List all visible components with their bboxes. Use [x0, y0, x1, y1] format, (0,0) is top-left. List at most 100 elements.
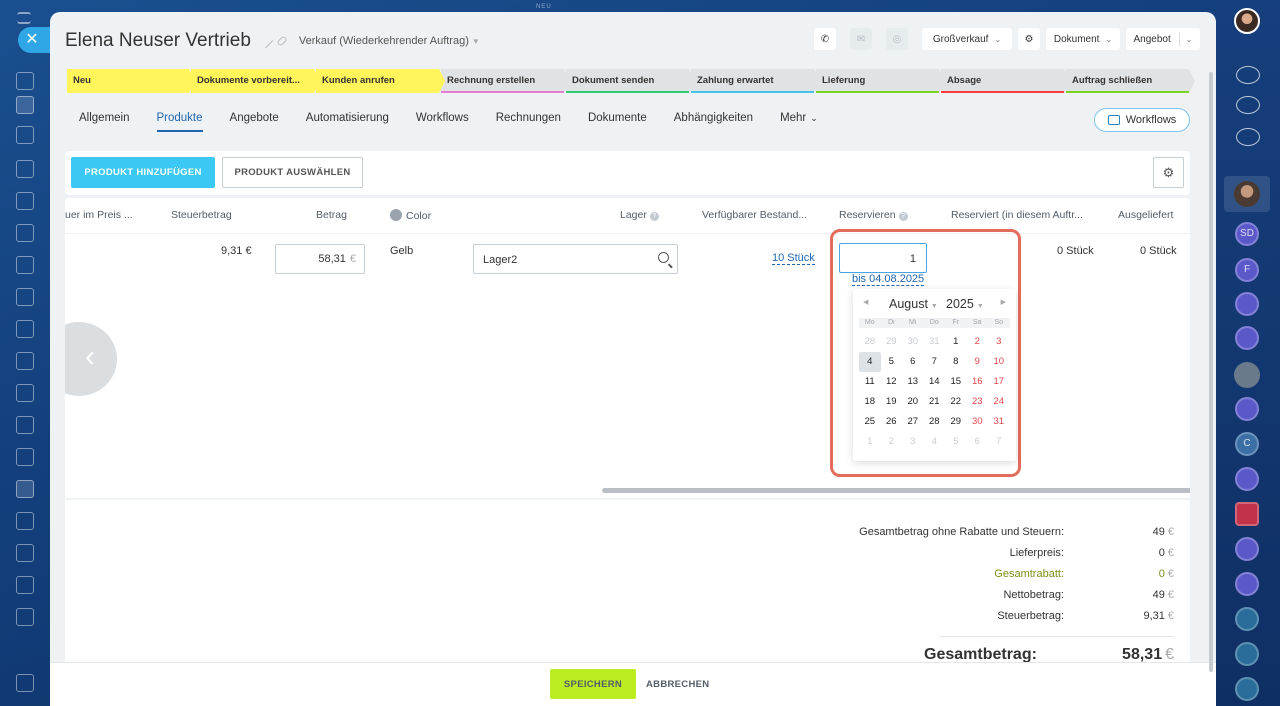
deal-title[interactable]: Elena Neuser Vertrieb — [65, 30, 251, 52]
cancel-button[interactable]: ABBRECHEN — [646, 679, 709, 690]
analytics-icon[interactable] — [16, 352, 34, 370]
chat-icon[interactable] — [1235, 397, 1259, 421]
contacts-icon[interactable] — [16, 160, 34, 178]
calendar-day[interactable]: 2 — [881, 432, 903, 452]
calendar-day[interactable]: 29 — [881, 332, 903, 352]
chat-icon[interactable] — [1235, 292, 1259, 316]
amount-input[interactable]: 58,31 € — [275, 244, 365, 274]
help-icon[interactable]: ? — [898, 212, 908, 221]
call-button[interactable]: ✆ — [814, 28, 836, 50]
offer-button[interactable]: Angebot ⌄ — [1126, 28, 1200, 50]
horizontal-scrollbar[interactable] — [602, 488, 1190, 493]
col-color[interactable]: Color — [390, 209, 431, 222]
calendar-day[interactable]: 30 — [902, 332, 924, 352]
menu-item-icon[interactable] — [16, 72, 34, 90]
task-icon[interactable] — [1235, 502, 1259, 526]
calendar-day[interactable]: 7 — [924, 352, 946, 372]
year-select[interactable]: 2025 ▼ — [946, 297, 984, 311]
calendar-day[interactable]: 6 — [902, 352, 924, 372]
calendar-day[interactable]: 28 — [924, 412, 946, 432]
reserve-quantity-input[interactable]: 1 — [839, 243, 927, 273]
next-month-button[interactable]: ▶ — [1001, 298, 1006, 306]
calendar-day[interactable]: 8 — [945, 352, 967, 372]
calendar-day[interactable]: 13 — [902, 372, 924, 392]
tasks-icon[interactable] — [16, 288, 34, 306]
add-product-button[interactable]: PRODUKT HINZUFÜGEN — [71, 157, 215, 188]
tab-rechnungen[interactable]: Rechnungen — [496, 112, 561, 132]
shop-icon[interactable] — [16, 384, 34, 402]
calendar-day[interactable]: 18 — [859, 392, 881, 412]
activity-icon[interactable] — [1236, 96, 1260, 114]
calendar-day[interactable]: 24 — [988, 392, 1010, 412]
tab-workflows[interactable]: Workflows — [416, 112, 469, 132]
reserve-until-date-link[interactable]: bis 04.08.2025 — [852, 273, 925, 286]
calendar-day[interactable]: 6 — [967, 432, 989, 452]
settings-button[interactable]: ⚙ — [1018, 28, 1040, 50]
lock-icon[interactable] — [1235, 607, 1259, 631]
calendar-day[interactable]: 29 — [945, 412, 967, 432]
chat-icon[interactable] — [1235, 572, 1259, 596]
lock-icon[interactable] — [1235, 642, 1259, 666]
grid-settings-button[interactable]: ⚙ — [1153, 157, 1184, 188]
menu-item-icon[interactable] — [16, 96, 34, 114]
menu-item-icon[interactable] — [16, 512, 34, 530]
calendar-day[interactable]: 4 — [859, 352, 881, 372]
document-button[interactable]: Dokument ⌄ — [1046, 28, 1120, 50]
col-tax-in-price[interactable]: uer im Preis ... — [65, 209, 133, 221]
previous-month-button[interactable]: ◀ — [863, 298, 868, 306]
col-amount[interactable]: Betrag — [316, 209, 347, 221]
email-button[interactable]: ✉ — [850, 28, 872, 50]
user-avatar[interactable] — [1234, 8, 1260, 34]
calendar-day[interactable]: 31 — [924, 332, 946, 352]
available-stock-link[interactable]: 10 Stück — [772, 252, 815, 265]
workflows-button[interactable]: Workflows — [1094, 108, 1190, 132]
calendar-day[interactable]: 27 — [902, 412, 924, 432]
inventory-icon[interactable] — [16, 448, 34, 466]
store-input[interactable]: Lager2 — [473, 244, 678, 274]
close-slider-button[interactable]: ✕ — [18, 27, 50, 53]
vertical-scrollbar[interactable] — [1209, 72, 1213, 672]
calendar-day[interactable]: 12 — [881, 372, 903, 392]
stage-item[interactable]: Auftrag schließen — [1066, 69, 1195, 93]
calendar-day[interactable]: 17 — [988, 372, 1010, 392]
stage-item[interactable]: Neu — [67, 69, 195, 93]
calendar-day[interactable]: 28 — [859, 332, 881, 352]
search-icon[interactable] — [1236, 128, 1260, 146]
chat-icon[interactable] — [1235, 537, 1259, 561]
chat-badge-c[interactable]: C — [1235, 432, 1259, 456]
calendar-day[interactable]: 19 — [881, 392, 903, 412]
contact-avatar[interactable] — [1234, 181, 1260, 207]
lock-icon[interactable] — [1235, 677, 1259, 701]
calendar-day[interactable]: 3 — [988, 332, 1010, 352]
marketing-icon[interactable] — [16, 416, 34, 434]
calendar-day[interactable]: 10 — [988, 352, 1010, 372]
tab-abh-ngigkeiten[interactable]: Abhängigkeiten — [674, 112, 753, 132]
calendar-day[interactable]: 11 — [859, 372, 881, 392]
calendar-day[interactable]: 2 — [967, 332, 989, 352]
tab-allgemein[interactable]: Allgemein — [79, 112, 130, 132]
search-icon[interactable] — [658, 252, 669, 263]
chat-icon[interactable] — [1235, 467, 1259, 491]
calendar-day[interactable]: 7 — [988, 432, 1010, 452]
calendar-day[interactable]: 25 — [859, 412, 881, 432]
col-store[interactable]: Lager? — [620, 209, 659, 221]
message-button[interactable]: ◎ — [886, 28, 908, 50]
menu-item-icon[interactable] — [16, 126, 34, 144]
calendar-day[interactable]: 30 — [967, 412, 989, 432]
calendar-day[interactable]: 23 — [967, 392, 989, 412]
menu-item-icon[interactable] — [16, 576, 34, 594]
col-tax-amount[interactable]: Steuerbetrag — [171, 209, 232, 221]
calendar-day[interactable]: 31 — [988, 412, 1010, 432]
copy-link-icon[interactable] — [276, 35, 288, 47]
menu-item-icon[interactable] — [16, 608, 34, 626]
tab-mehr[interactable]: Mehr ⌄ — [780, 112, 818, 132]
stage-item[interactable]: Kunden anrufen — [316, 69, 445, 93]
calendar-day[interactable]: 20 — [902, 392, 924, 412]
notifications-icon[interactable] — [1236, 66, 1260, 84]
select-product-button[interactable]: PRODUKT AUSWÄHLEN — [222, 157, 363, 188]
calendar-day[interactable]: 16 — [967, 372, 989, 392]
calendar-day[interactable]: 1 — [945, 332, 967, 352]
documents-icon[interactable] — [16, 192, 34, 210]
calendar-day[interactable]: 5 — [945, 432, 967, 452]
chat-badge-sd[interactable]: SD — [1235, 222, 1259, 246]
